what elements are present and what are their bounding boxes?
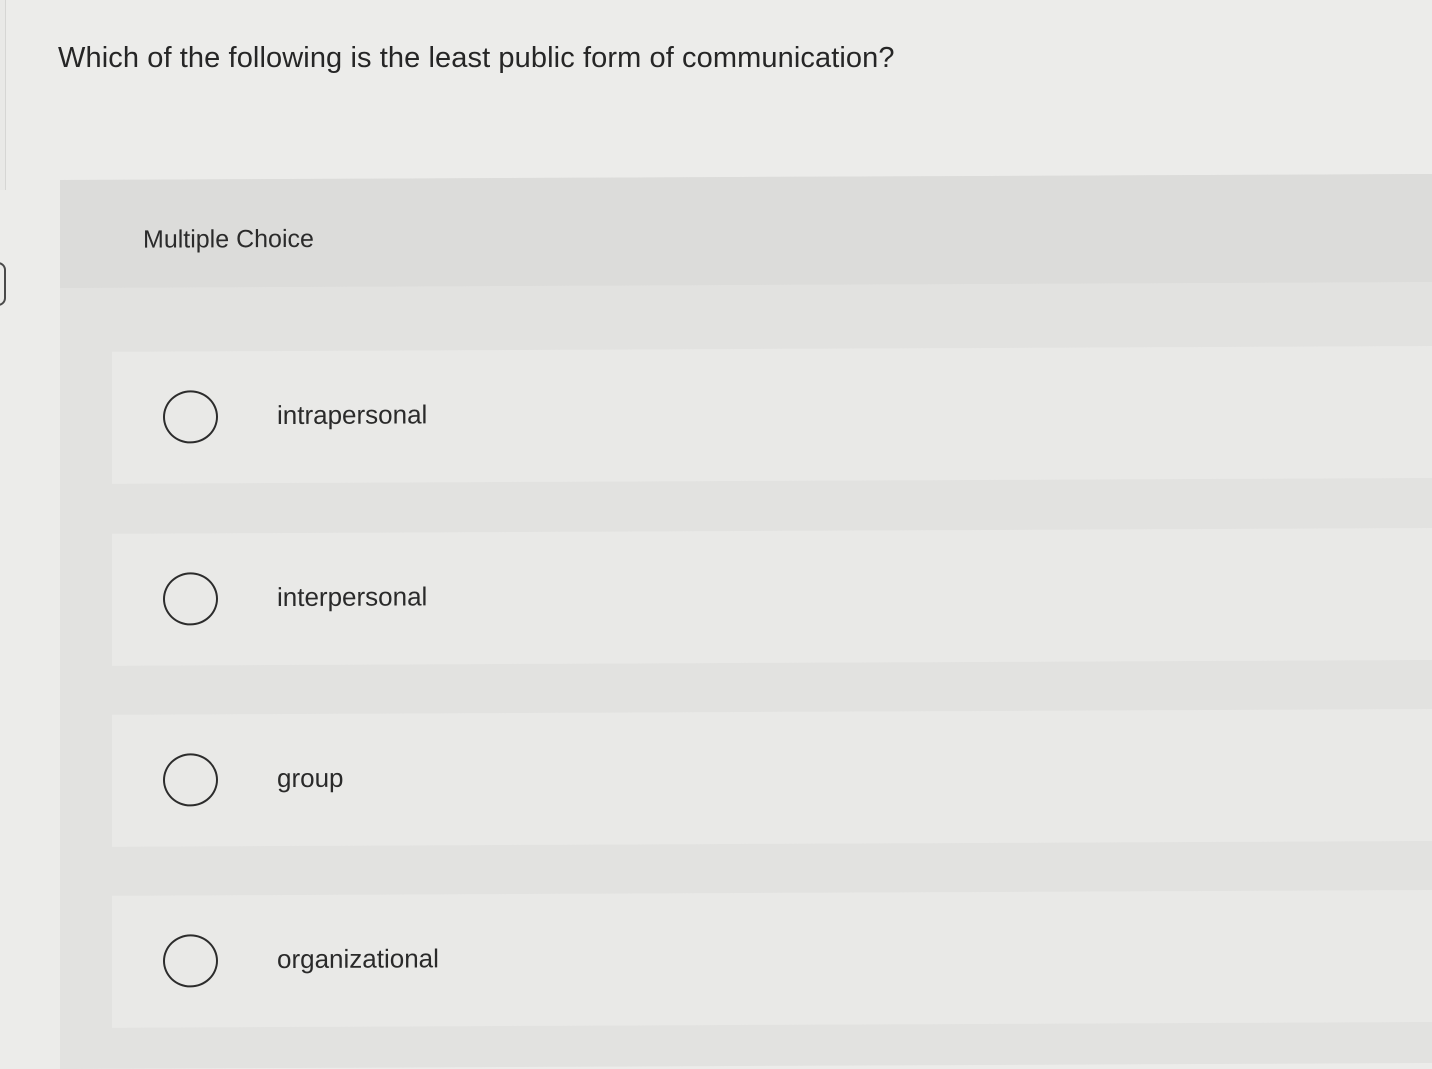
answer-option-label: group [277,762,344,794]
multiple-choice-panel: Multiple Choice intrapersonal interperso… [60,174,1432,1069]
left-edge-frame [0,0,6,190]
answer-option-label: interpersonal [277,581,428,613]
radio-button-icon[interactable] [163,934,218,988]
answer-option-label: organizational [277,943,439,975]
answer-option-interpersonal[interactable]: interpersonal [112,528,1432,666]
answer-option-label: intrapersonal [277,399,428,431]
radio-button-icon[interactable] [163,753,218,807]
radio-button-icon[interactable] [163,390,218,444]
panel-label: Multiple Choice [143,224,314,254]
answer-option-intrapersonal[interactable]: intrapersonal [112,346,1432,484]
radio-button-icon[interactable] [163,572,218,626]
panel-header: Multiple Choice [60,174,1432,288]
answer-option-organizational[interactable]: organizational [112,890,1432,1028]
question-text: Which of the following is the least publ… [58,42,895,74]
answer-option-group[interactable]: group [112,709,1432,847]
side-drawer-handle[interactable] [0,262,6,306]
